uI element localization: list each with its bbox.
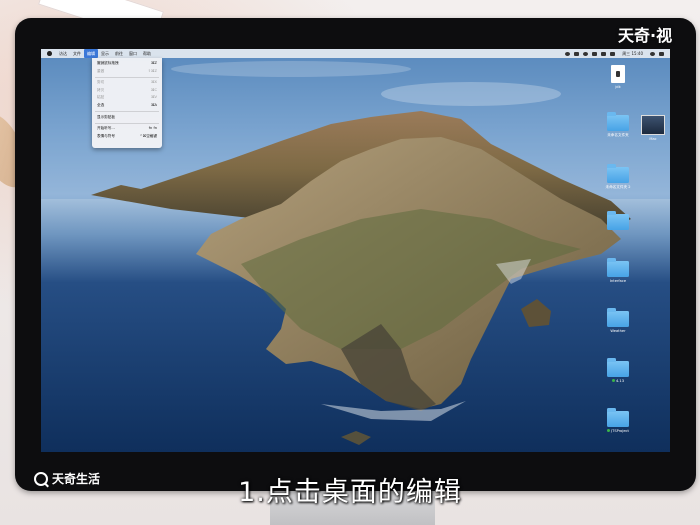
edit-menu-item-shortcut: ⌘A — [150, 102, 157, 107]
edit-menu-item-label: 全选 — [97, 102, 105, 107]
green-tag-icon — [611, 379, 615, 382]
desktop-icon-text: Mac — [649, 137, 657, 141]
edit-menu-item-label: 开始听写... — [97, 126, 115, 131]
desktop-icon-label: 未命名文件夹 — [598, 133, 638, 138]
edit-menu-item: 拷贝 ⌘C — [92, 87, 162, 95]
edit-menu-item-label: 粘贴 — [97, 95, 105, 100]
menu-separator — [95, 76, 159, 78]
photo-scene: 访达 文件 编辑 显示 前往 窗口 帮助 周三 15:40 撤销鼠标拖拽 ⌘Z 重做… — [0, 0, 700, 525]
volume-icon[interactable] — [592, 51, 598, 56]
folder-icon — [607, 211, 629, 230]
menu-go[interactable]: 前往 — [112, 49, 126, 58]
edit-menu-item-shortcut: ⌘Z — [150, 61, 157, 65]
edit-menu-item-label: 剪切 — [97, 80, 105, 85]
desktop-icon[interactable]: jdk — [598, 65, 638, 89]
edit-menu-item-label: 表情与符号 — [97, 133, 115, 138]
status-tray: 周三 15:40 — [565, 49, 670, 58]
apple-logo-icon[interactable] — [47, 51, 52, 56]
edit-menu-item-label: 显示剪贴板 — [97, 114, 115, 119]
desktop-icon-label: jdk — [598, 85, 638, 89]
desktop-icon-text: 未命名文件夹 — [607, 133, 629, 137]
edit-menu-item: 粘贴 ⌘V — [92, 94, 162, 102]
folder-icon — [607, 164, 629, 183]
desktop-icon[interactable] — [598, 211, 638, 232]
folder-icon — [607, 308, 629, 327]
edit-menu-item-shortcut: ⇧⌘Z — [147, 68, 157, 73]
desktop-icon[interactable]: 未命名文件夹 2 — [598, 164, 638, 190]
wifi-icon[interactable] — [583, 51, 589, 56]
edit-menu-item-label: 拷贝 — [97, 87, 105, 92]
edit-menu-item-shortcut: ⌘V — [150, 95, 157, 100]
edit-menu-item-label: 撤销鼠标拖拽 — [97, 61, 119, 65]
desktop-icon-label: 4.13 — [598, 379, 638, 383]
desktop-icon-label: 未命名文件夹 2 — [598, 185, 638, 190]
edit-menu-item-shortcut: ^⌘空格键 — [139, 133, 157, 138]
desktop-icon-label: JTSProject — [598, 429, 638, 433]
edit-menu-item: 重做 ⇧⌘Z — [92, 68, 162, 76]
image-thumbnail-icon — [641, 115, 665, 135]
menu-help[interactable]: 帮助 — [140, 49, 154, 58]
notification-center-icon[interactable] — [659, 51, 664, 56]
desktop-icon[interactable]: 未命名文件夹 — [598, 112, 638, 138]
desktop-icon[interactable]: Interface — [598, 258, 638, 283]
desktop-icon[interactable]: Mac — [633, 115, 670, 141]
document-icon — [611, 65, 625, 83]
menu-edit[interactable]: 编辑 — [84, 49, 98, 58]
folder-icon — [607, 408, 629, 427]
desktop-icon-text: jdk — [615, 85, 621, 89]
desktop-icon-label: Mac — [633, 137, 670, 141]
spotlight-search-icon[interactable] — [650, 51, 655, 56]
bluetooth-icon[interactable] — [574, 51, 580, 56]
desktop-icon-text: Interface — [609, 279, 627, 283]
edit-menu-item[interactable]: 开始听写... fn fn — [92, 125, 162, 133]
airplay-icon[interactable] — [565, 51, 571, 56]
folder-icon — [607, 258, 629, 277]
desktop-icon[interactable]: JTSProject — [598, 408, 638, 433]
desktop-icon-text: 4.13 — [615, 379, 624, 383]
menubar-clock[interactable]: 周三 15:40 — [619, 49, 646, 58]
menu-view[interactable]: 显示 — [98, 49, 112, 58]
menu-bar: 访达 文件 编辑 显示 前往 窗口 帮助 周三 15:40 — [41, 49, 670, 58]
edit-menu-item[interactable]: 撤销鼠标拖拽 ⌘Z — [92, 60, 162, 68]
edit-menu-item: 剪切 ⌘X — [92, 79, 162, 87]
mac-screen: 访达 文件 编辑 显示 前往 窗口 帮助 周三 15:40 撤销鼠标拖拽 ⌘Z 重做… — [41, 49, 670, 452]
menu-window[interactable]: 窗口 — [126, 49, 140, 58]
desktop-icon-text: 未命名文件夹 2 — [605, 185, 631, 189]
folder-icon — [607, 112, 629, 131]
desktop-icon-text: JTSProject — [611, 429, 629, 433]
desktop-icon-label: Interface — [598, 279, 638, 283]
edit-menu-item-shortcut: ⌘X — [150, 80, 157, 85]
edit-menu-item[interactable]: 表情与符号 ^⌘空格键 — [92, 133, 162, 141]
input-method-icon[interactable] — [610, 51, 616, 56]
watermark-logo: 天奇·视 — [618, 26, 673, 45]
desktop-icon-text: Weather — [610, 329, 626, 333]
edit-menu-item-shortcut: ⌘C — [150, 87, 157, 92]
desktop-icon[interactable]: 4.13 — [598, 358, 638, 383]
menu-file[interactable]: 文件 — [70, 49, 84, 58]
menu-finder[interactable]: 访达 — [56, 49, 70, 58]
edit-menu-dropdown: 撤销鼠标拖拽 ⌘Z 重做 ⇧⌘Z 剪切 ⌘X 拷贝 ⌘C 粘贴 ⌘V 全选 ⌘A 显示剪贴板开始听写..… — [92, 58, 162, 148]
edit-menu-item[interactable]: 显示剪贴板 — [92, 114, 162, 122]
battery-icon[interactable] — [601, 51, 607, 56]
green-tag-icon — [607, 429, 611, 432]
desktop-icon[interactable]: Weather — [598, 308, 638, 333]
menu-separator — [95, 111, 159, 113]
desktop-icon-label: Weather — [598, 329, 638, 333]
edit-menu-item-shortcut: fn fn — [148, 126, 157, 131]
folder-icon — [607, 358, 629, 377]
edit-menu-item[interactable]: 全选 ⌘A — [92, 102, 162, 110]
video-subtitle: 1.点击桌面的编辑 — [238, 477, 462, 508]
edit-menu-item-label: 重做 — [97, 68, 105, 73]
menu-separator — [95, 122, 159, 124]
